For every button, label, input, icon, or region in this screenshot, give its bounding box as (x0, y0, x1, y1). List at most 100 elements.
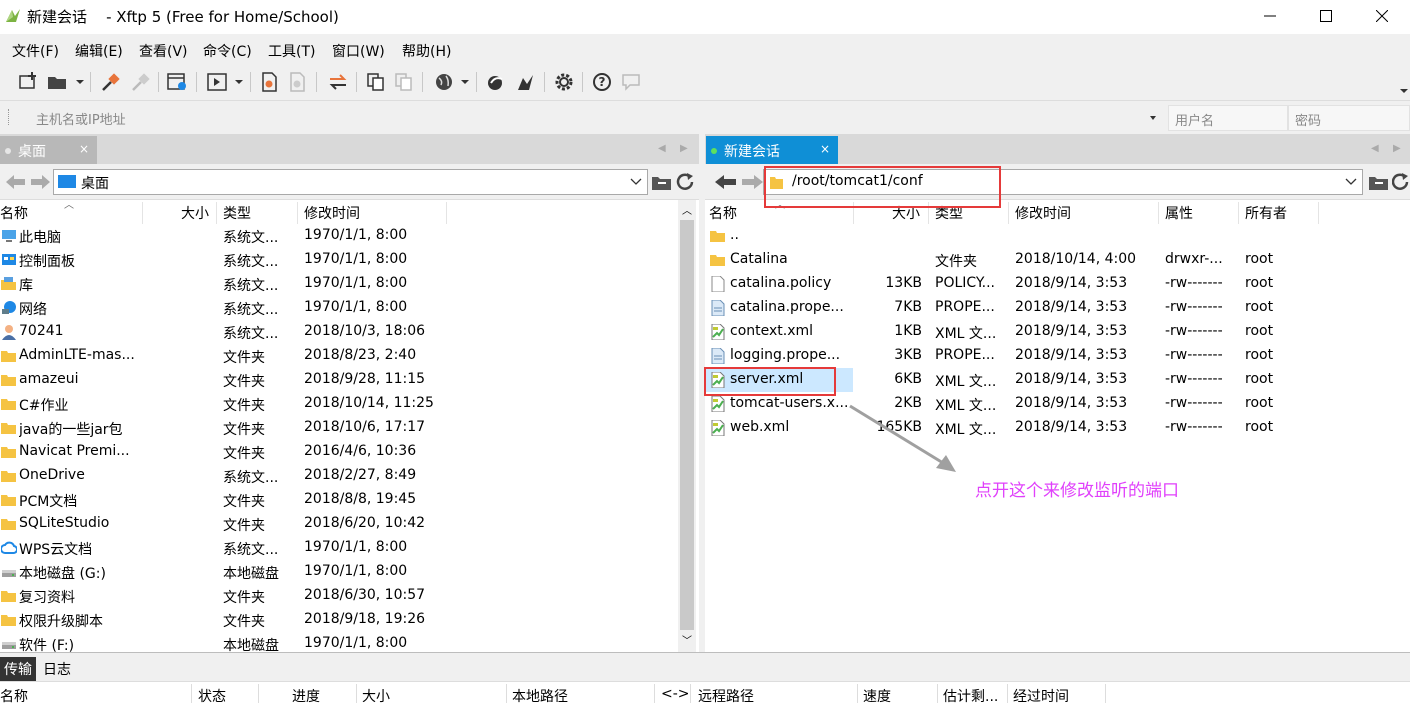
tab-next-icon[interactable]: ▶ (680, 143, 688, 154)
local-path-input[interactable]: 桌面 (53, 169, 648, 195)
upload-button[interactable] (258, 71, 282, 93)
new-session-button[interactable] (16, 71, 40, 93)
copy-button[interactable] (364, 71, 388, 93)
table-row[interactable]: catalina.prope... 7KB PROPE... 2018/9/14, 3… (705, 296, 1410, 320)
col-attributes[interactable]: 属性 (1165, 203, 1193, 223)
folder-up-icon[interactable] (1368, 173, 1390, 191)
paste-button[interactable] (392, 71, 416, 93)
message-button[interactable] (620, 71, 644, 93)
password-input[interactable]: 密码 (1288, 105, 1410, 131)
tab-prev-icon[interactable]: ◀ (658, 143, 666, 154)
table-row[interactable]: WPS云文档 系统文... 1970/1/1, 8:00 (0, 536, 699, 560)
scrollbar-thumb[interactable] (680, 220, 694, 630)
menu-view[interactable]: 查看(V) (139, 41, 188, 61)
table-row[interactable]: catalina.policy 13KB POLICY... 2018/9/14, 3… (705, 272, 1410, 296)
table-row[interactable]: amazeui 文件夹 2018/9/28, 11:15 (0, 368, 699, 392)
local-scrollbar[interactable]: ︿ ﹀ (678, 200, 696, 652)
disconnect-button[interactable] (130, 71, 154, 93)
close-window-button[interactable] (1354, 0, 1410, 32)
menu-command[interactable]: 命令(C) (203, 41, 252, 61)
terminal-dropdown-icon[interactable] (235, 80, 243, 84)
scroll-down-icon[interactable]: ﹀ (682, 632, 692, 647)
options-button[interactable] (552, 71, 576, 93)
host-input[interactable]: 主机名或IP地址 (30, 105, 1162, 131)
table-row[interactable]: OneDrive 系统文... 2018/2/27, 8:49 (0, 464, 699, 488)
xftp-button[interactable] (514, 71, 538, 93)
tab-next-icon[interactable]: ▶ (1393, 143, 1401, 154)
table-row[interactable]: PCM文档 文件夹 2018/8/8, 19:45 (0, 488, 699, 512)
col-name[interactable]: 名称 (0, 686, 28, 703)
col-name[interactable]: 名称 (0, 203, 28, 223)
download-button[interactable] (286, 71, 310, 93)
menu-window[interactable]: 窗口(W) (332, 41, 385, 61)
table-row[interactable]: context.xml 1KB XML 文... 2018/9/14, 3:53 -rw… (705, 320, 1410, 344)
col-owner[interactable]: 所有者 (1245, 203, 1287, 223)
folder-up-icon[interactable] (651, 173, 673, 191)
menu-edit[interactable]: 编辑(E) (75, 41, 123, 61)
maximize-button[interactable] (1298, 0, 1354, 32)
close-tab-icon[interactable]: × (79, 142, 89, 156)
close-tab-icon[interactable]: × (820, 142, 830, 156)
table-row[interactable]: AdminLTE-mas... 文件夹 2018/8/23, 2:40 (0, 344, 699, 368)
col-status[interactable]: 状态 (198, 686, 226, 703)
help-button[interactable]: ? (590, 71, 614, 93)
refresh-icon[interactable] (676, 173, 696, 191)
table-row[interactable]: Catalina 文件夹 2018/10/14, 4:00 drwxr-... root (705, 248, 1410, 272)
encoding-dropdown-icon[interactable] (461, 80, 469, 84)
table-row[interactable]: Navicat Premi... 文件夹 2016/4/6, 10:36 (0, 440, 699, 464)
col-type[interactable]: 类型 (223, 203, 251, 223)
forward-arrow-icon[interactable] (741, 174, 763, 190)
col-elapsed[interactable]: 经过时间 (1013, 686, 1069, 703)
table-row[interactable]: 本地磁盘 (G:) 本地磁盘 1970/1/1, 8:00 (0, 560, 699, 584)
table-row[interactable]: java的一些jar包 文件夹 2018/10/6, 17:17 (0, 416, 699, 440)
host-dropdown-icon[interactable] (1150, 116, 1156, 120)
terminal-button[interactable] (206, 71, 230, 93)
table-row[interactable]: C#作业 文件夹 2018/10/14, 11:25 (0, 392, 699, 416)
table-row[interactable]: logging.prope... 3KB PROPE... 2018/9/14, 3:… (705, 344, 1410, 368)
refresh-icon[interactable] (1392, 173, 1410, 191)
chevron-down-icon[interactable] (1345, 178, 1357, 186)
scroll-up-icon[interactable]: ︿ (682, 202, 692, 217)
table-row[interactable]: 网络 系统文... 1970/1/1, 8:00 (0, 296, 699, 320)
col-size[interactable]: 大小 (181, 203, 209, 223)
tab-prev-icon[interactable]: ◀ (1371, 143, 1379, 154)
table-row[interactable]: 此电脑 系统文... 1970/1/1, 8:00 (0, 224, 699, 248)
col-direction[interactable]: <-> (661, 686, 690, 702)
minimize-button[interactable] (1242, 0, 1298, 32)
table-row[interactable]: 复习资料 文件夹 2018/6/30, 10:57 (0, 584, 699, 608)
tab-desktop[interactable]: 桌面 × (0, 136, 97, 164)
col-speed[interactable]: 速度 (863, 686, 891, 703)
table-row[interactable]: 库 系统文... 1970/1/1, 8:00 (0, 272, 699, 296)
chevron-down-icon[interactable] (630, 178, 642, 186)
sync-button[interactable] (326, 71, 350, 93)
table-row[interactable]: 权限升级脚本 文件夹 2018/9/18, 19:26 (0, 608, 699, 632)
table-row[interactable]: web.xml 165KB XML 文... 2018/9/14, 3:53 -rw--… (705, 416, 1410, 440)
open-session-dropdown-icon[interactable] (76, 80, 84, 84)
table-row[interactable]: 70241 系统文... 2018/10/3, 18:06 (0, 320, 699, 344)
encoding-button[interactable] (432, 71, 456, 93)
forward-arrow-icon[interactable] (30, 174, 50, 190)
table-row[interactable]: SQLiteStudio 文件夹 2018/6/20, 10:42 (0, 512, 699, 536)
tab-new-session[interactable]: 新建会话 × (706, 136, 838, 164)
col-local-path[interactable]: 本地路径 (512, 686, 568, 703)
back-arrow-icon[interactable] (715, 174, 737, 190)
connect-button[interactable] (100, 71, 124, 93)
col-name[interactable]: 名称 (709, 203, 737, 223)
table-row[interactable]: .. (705, 224, 1410, 248)
col-eta[interactable]: 估计剩... (943, 686, 998, 703)
open-session-button[interactable] (46, 71, 70, 93)
menu-tools[interactable]: 工具(T) (268, 41, 315, 61)
menu-file[interactable]: 文件(F) (12, 41, 59, 61)
col-progress[interactable]: 进度 (292, 686, 320, 703)
session-properties-button[interactable] (166, 71, 190, 93)
col-size[interactable]: 大小 (362, 686, 390, 703)
back-arrow-icon[interactable] (6, 174, 26, 190)
col-remote-path[interactable]: 远程路径 (698, 686, 754, 703)
tab-log[interactable]: 日志 (39, 657, 75, 681)
xshell-button[interactable] (484, 71, 508, 93)
col-modified[interactable]: 修改时间 (304, 203, 360, 223)
menu-help[interactable]: 帮助(H) (402, 41, 451, 61)
toolbar-overflow-icon[interactable] (1400, 89, 1408, 93)
table-row[interactable]: 控制面板 系统文... 1970/1/1, 8:00 (0, 248, 699, 272)
username-input[interactable]: 用户名 (1168, 105, 1288, 131)
